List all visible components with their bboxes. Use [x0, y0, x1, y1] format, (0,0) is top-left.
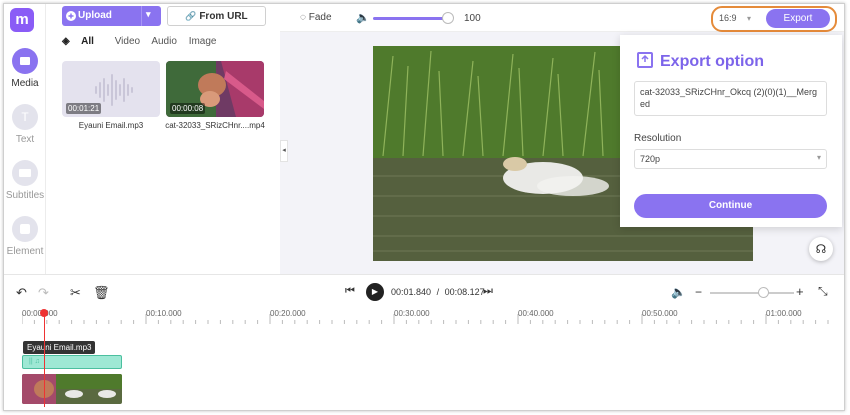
sidebar-item-subtitles[interactable]: Subtitles	[4, 160, 46, 201]
video-clip[interactable]	[22, 374, 122, 404]
ruler-label: 01:00.000	[766, 309, 802, 318]
ruler-label: 00:30.000	[394, 309, 430, 318]
skip-forward-icon[interactable]: ⏭	[483, 285, 493, 298]
filename-field[interactable]: cat-32033_SRizCHnr_Okcq (2)(0)(1)__Merge…	[634, 81, 827, 116]
subtitles-icon	[12, 160, 38, 186]
folder-icon	[12, 48, 38, 74]
layers-icon: ◈	[62, 36, 70, 47]
left-sidebar: m Media T Text Subtitles Element	[4, 4, 46, 274]
duration-badge: 00:00:08	[170, 103, 206, 114]
video-clip-thumbnail	[22, 374, 122, 404]
sidebar-item-media[interactable]: Media	[4, 48, 46, 89]
trash-icon[interactable]: 🗑	[93, 285, 110, 301]
sidebar-item-label: Media	[11, 78, 39, 89]
volume-icon[interactable]: 🔈	[356, 11, 370, 24]
zoom-out-icon[interactable]: −	[695, 285, 702, 299]
ruler-label: 00:20.000	[270, 309, 306, 318]
total-time: 00:08.127	[444, 287, 485, 297]
music-note-icon: || ♫	[29, 358, 40, 365]
help-button[interactable]: ☊	[809, 237, 833, 261]
upload-label: Upload	[78, 10, 112, 21]
upload-button[interactable]: Upload ▾	[62, 6, 161, 26]
chevron-down-icon: ▾	[747, 14, 752, 23]
export-icon	[637, 52, 653, 68]
media-tabs: ◈ All Video Audio Image	[62, 36, 225, 47]
zoom-slider[interactable]	[710, 292, 794, 294]
resolution-select[interactable]: 720p ▾	[634, 149, 827, 169]
playhead-handle[interactable]	[40, 309, 48, 317]
time-display: 00:01.840 / 00:08.127	[391, 287, 485, 297]
export-button[interactable]: Export	[766, 9, 830, 28]
app-window: m Media T Text Subtitles Element Upload …	[3, 3, 845, 411]
media-panel: Upload ▾ 🔗 From URL ◈ All Video Audio Im…	[46, 4, 280, 274]
collapse-panel-button[interactable]: ◂	[280, 140, 288, 162]
from-url-label: From URL	[199, 11, 248, 22]
media-item-audio[interactable]: 00:01:21	[62, 61, 160, 117]
tab-video[interactable]: Video	[115, 36, 140, 47]
volume-icon[interactable]: 🔈	[671, 285, 686, 299]
play-button[interactable]: ▶	[366, 283, 384, 301]
media-item-name: cat-32033_SRizCHnr....mp4	[165, 121, 265, 130]
tab-audio[interactable]: Audio	[151, 36, 177, 47]
svg-text:T: T	[21, 110, 29, 124]
sidebar-item-element[interactable]: Element	[4, 216, 46, 257]
skip-back-icon[interactable]: ⏮	[345, 285, 355, 298]
sidebar-item-label: Text	[15, 134, 35, 145]
resolution-label: Resolution	[634, 133, 682, 144]
tab-all[interactable]: ◈ All	[62, 36, 103, 47]
duration-badge: 00:01:21	[66, 103, 102, 114]
zoom-knob[interactable]	[758, 287, 769, 298]
sidebar-item-label: Subtitles	[5, 190, 45, 201]
play-icon: ▶	[371, 287, 379, 296]
link-icon: 🔗	[185, 11, 197, 21]
clip-tooltip: Eyauni Email.mp3	[23, 341, 96, 354]
tab-image[interactable]: Image	[189, 36, 217, 47]
headset-icon: ☊	[815, 242, 827, 256]
panel-title: Export option	[660, 53, 764, 70]
export-option-panel: Export option cat-32033_SRizCHnr_Okcq (2…	[620, 35, 842, 227]
undo-icon[interactable]: ↶	[16, 285, 27, 301]
volume-value: 100	[464, 13, 481, 24]
audio-clip[interactable]: || ♫	[22, 355, 122, 369]
zoom-in-icon[interactable]: +	[796, 284, 804, 299]
app-logo: m	[10, 8, 34, 32]
ruler-label: 00:10.000	[146, 309, 182, 318]
aspect-ratio-select[interactable]: 16:9 ▾	[719, 9, 764, 27]
scissors-icon[interactable]: ✂	[70, 285, 81, 301]
sidebar-item-text[interactable]: T Text	[4, 104, 46, 145]
sidebar-item-label: Element	[6, 246, 44, 257]
fade-icon: ◌	[300, 12, 306, 23]
plus-icon	[66, 11, 76, 21]
current-time: 00:01.840	[391, 287, 432, 297]
media-item-name: Eyauni Email.mp3	[78, 121, 144, 130]
media-item-video[interactable]: 00:00:08	[166, 61, 264, 117]
chevron-down-icon: ▾	[816, 153, 821, 162]
fade-button[interactable]: ◌ Fade	[300, 12, 332, 23]
continue-button[interactable]: Continue	[634, 194, 827, 218]
element-icon	[12, 216, 38, 242]
ruler-label: 00:50.000	[642, 309, 678, 318]
volume-knob[interactable]	[442, 12, 454, 24]
from-url-button[interactable]: 🔗 From URL	[167, 6, 266, 26]
fit-screen-icon[interactable]: ⤡	[818, 284, 828, 299]
text-icon: T	[12, 104, 38, 130]
ruler-label: 00:40.000	[518, 309, 554, 318]
volume-slider[interactable]	[373, 17, 449, 20]
chevron-down-icon[interactable]: ▾	[146, 9, 151, 20]
redo-icon[interactable]: ↷	[38, 285, 49, 301]
playhead[interactable]	[44, 311, 45, 407]
